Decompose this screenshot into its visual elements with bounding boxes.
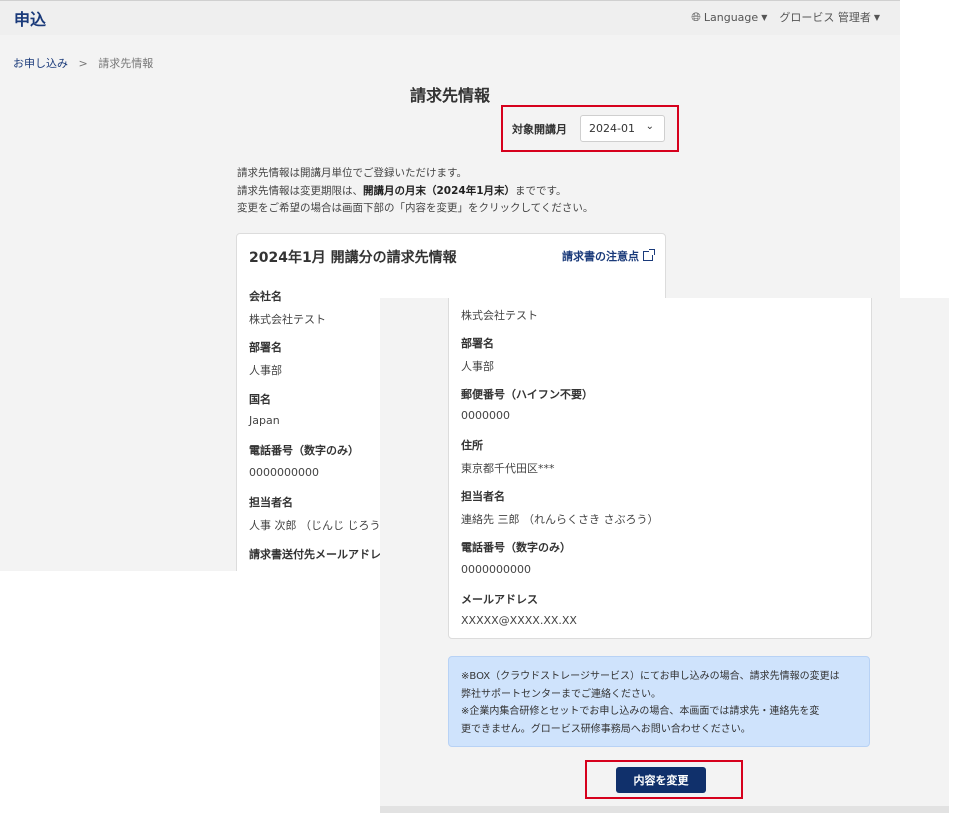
field-value: Japan (249, 414, 280, 427)
caret-down-icon: ▼ (761, 12, 768, 22)
period-highlight: 対象開講月 2024-01 ⌄ (501, 105, 679, 152)
field-label: 担当者名 (461, 490, 505, 503)
notice-box: ※BOX（クラウドストレージサービス）にてお申し込みの場合、請求先情報の変更は … (448, 656, 870, 747)
invoice-notes-label: 請求書の注意点 (562, 250, 639, 263)
breadcrumb-home-link[interactable]: お申し込み (13, 57, 68, 70)
breadcrumb-separator: > (78, 57, 88, 70)
card-title: 2024年1月 開講分の請求先情報 (249, 250, 457, 266)
period-select[interactable]: 2024-01 ⌄ (580, 115, 665, 142)
top-nav: 🌐︎ Language ▼ グロービス 管理者 ▼ (691, 9, 880, 25)
intro-line-1: 請求先情報は開講月単位でご登録いただけます。 (237, 167, 467, 179)
field-label: 担当者名 (249, 496, 293, 509)
user-menu[interactable]: グロービス 管理者 ▼ (779, 9, 880, 25)
caret-down-icon: ▼ (873, 12, 880, 22)
field-label: 請求書送付先メールアドレス (249, 548, 392, 561)
field-value: 東京都千代田区*** (461, 462, 555, 475)
user-label: グロービス 管理者 (779, 11, 871, 24)
language-label: Language (703, 10, 759, 24)
globe-icon: 🌐︎ (691, 9, 701, 24)
notice-line-2: 弊社サポートセンターまでご連絡ください。 (461, 688, 661, 700)
field-value: 人事 次郎 （じんじ じろう） (249, 519, 392, 532)
field-value: 株式会社テスト (461, 309, 538, 322)
period-value: 2024-01 (589, 122, 635, 135)
contact-info-card: 株式会社テスト 部署名 人事部 郵便番号（ハイフン不要） 0000000 住所 … (448, 298, 872, 639)
top-bar: 申込 🌐︎ Language ▼ グロービス 管理者 ▼ (0, 0, 900, 35)
external-link-icon (643, 249, 655, 261)
field-value: 人事部 (249, 364, 282, 377)
field-value: 0000000000 (461, 563, 531, 576)
field-label: 国名 (249, 393, 271, 406)
field-label: 部署名 (461, 337, 494, 350)
intro-line-2: 請求先情報は変更期限は、開講月の月末（2024年1月末）までです。 (237, 183, 593, 201)
breadcrumb: お申し込み > 請求先情報 (13, 55, 153, 71)
field-label: 住所 (461, 439, 483, 452)
page-title: 請求先情報 (409, 86, 490, 105)
intro-deadline: 開講月の月末（2024年1月末） (363, 184, 516, 197)
field-value: 連絡先 三郎 （れんらくさき さぶろう） (461, 513, 659, 526)
intro-line-2-pre: 請求先情報は変更期限は、 (237, 184, 363, 197)
field-value: 0000000 (461, 409, 510, 422)
bottom-strip (380, 806, 949, 813)
intro-text: 請求先情報は開講月単位でご登録いただけます。 請求先情報は変更期限は、開講月の月… (237, 165, 593, 218)
invoice-notes-link[interactable]: 請求書の注意点 (562, 248, 655, 264)
change-content-button[interactable]: 内容を変更 (616, 767, 706, 793)
notice-line-1: ※BOX（クラウドストレージサービス）にてお申し込みの場合、請求先情報の変更は (461, 671, 840, 682)
notice-line-3: ※企業内集合研修とセットでお申し込みの場合、本画面では請求先・連絡先を変 (461, 706, 820, 717)
change-button-highlight: 内容を変更 (585, 760, 743, 799)
intro-line-2-post: までです。 (515, 184, 567, 197)
field-label: 電話番号（数字のみ） (249, 444, 359, 457)
field-label: 部署名 (249, 341, 282, 354)
intro-line-3: 変更をご希望の場合は画面下部の「内容を変更」をクリックしてください。 (237, 202, 594, 214)
field-value: 株式会社テスト (249, 313, 326, 326)
app-title: 申込 (14, 10, 47, 29)
field-value: 0000000000 (249, 466, 319, 479)
screenshot-bottom: 株式会社テスト 部署名 人事部 郵便番号（ハイフン不要） 0000000 住所 … (380, 298, 949, 813)
field-value: 人事部 (461, 360, 494, 373)
breadcrumb-current: 請求先情報 (98, 57, 154, 70)
period-label: 対象開講月 (512, 123, 567, 136)
chevron-down-icon: ⌄ (645, 121, 654, 132)
field-label: 郵便番号（ハイフン不要） (461, 388, 593, 401)
field-label: 電話番号（数字のみ） (461, 541, 571, 554)
field-label: 会社名 (249, 290, 282, 303)
notice-line-4: 更できません。グロービス研修事務局へお問い合わせください。 (461, 723, 751, 735)
field-label: メールアドレス (461, 593, 538, 606)
language-menu[interactable]: 🌐︎ Language ▼ (691, 9, 767, 25)
field-value: XXXXX@XXXX.XX.XX (461, 614, 577, 627)
